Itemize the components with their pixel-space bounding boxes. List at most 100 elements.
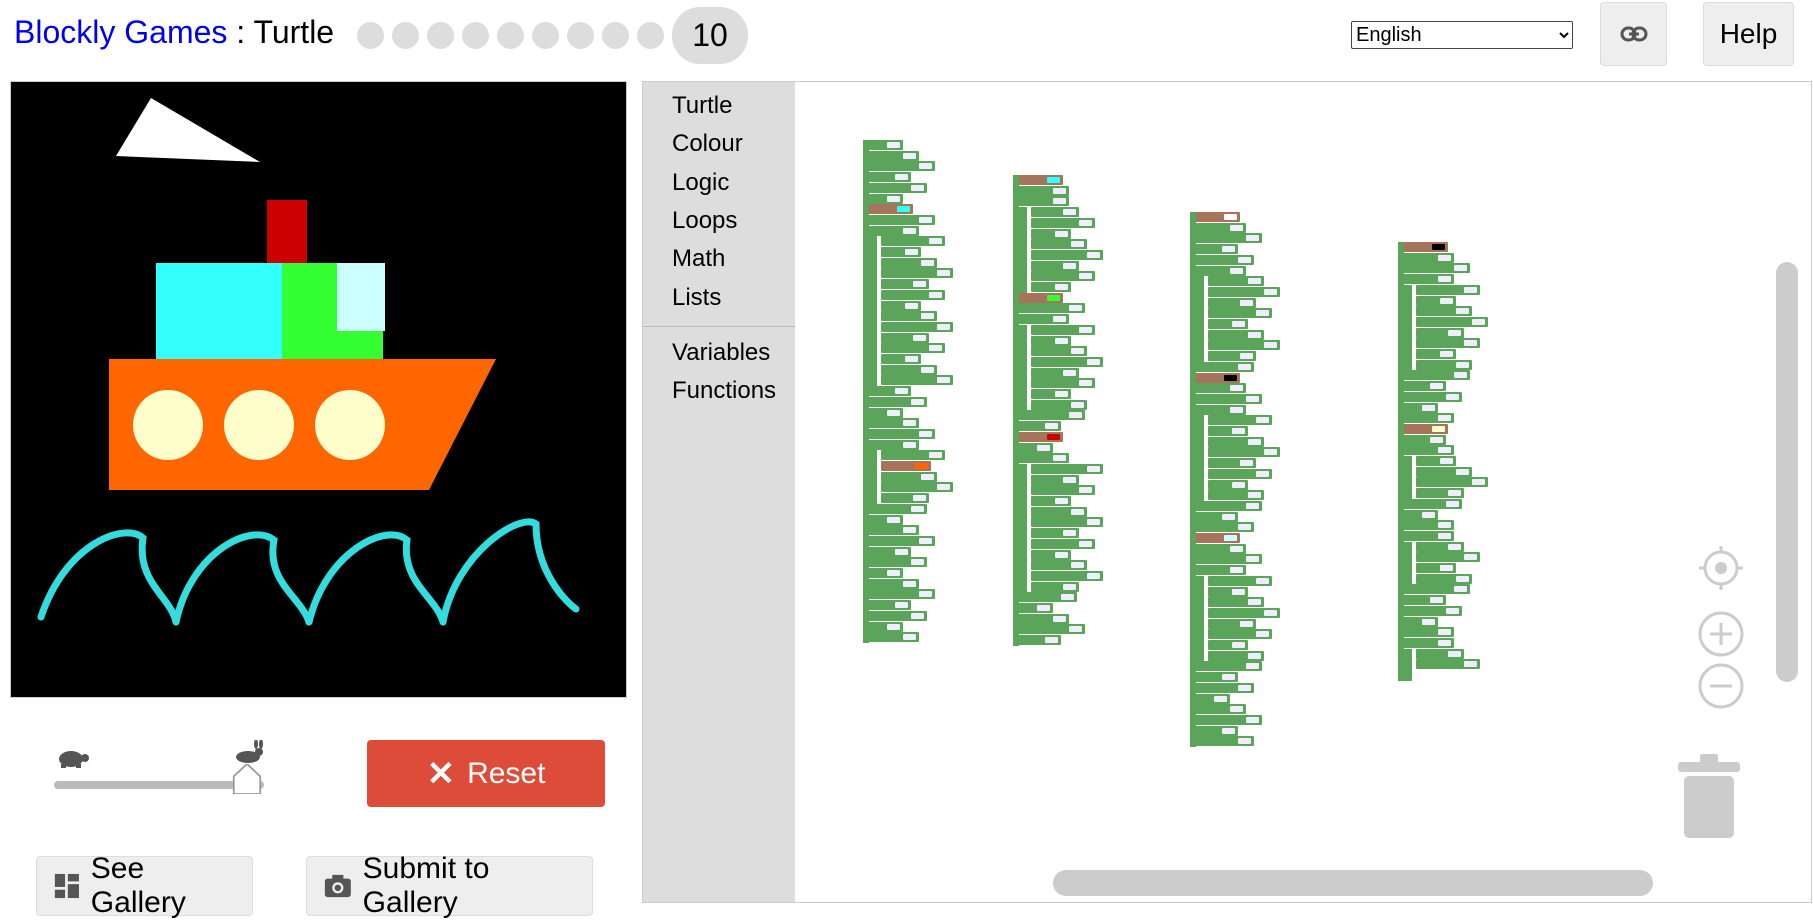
turtle-block[interactable] [881,236,945,247]
block-field[interactable] [1440,351,1453,357]
turtle-block[interactable] [1190,222,1246,233]
block-field[interactable] [937,270,950,277]
repeat-block[interactable] [1398,274,1454,285]
turtle-block[interactable] [1416,295,1456,306]
block-field[interactable] [1456,308,1469,315]
turtle-block[interactable] [1208,490,1264,501]
block-field[interactable] [1446,500,1459,507]
block-field[interactable] [1053,615,1066,622]
block-field[interactable] [1087,465,1100,472]
turtle-block[interactable] [1031,474,1079,485]
block-field[interactable] [911,559,924,566]
block-field[interactable] [929,238,942,245]
block-field[interactable] [1222,513,1235,520]
block-field[interactable] [1238,684,1251,691]
turtle-block[interactable] [1208,415,1272,426]
turtle-block[interactable] [1031,346,1087,357]
block-field[interactable] [1055,551,1068,558]
block-field[interactable] [921,473,934,480]
block-field[interactable] [905,249,918,255]
block-field[interactable] [1079,326,1092,333]
turtle-block[interactable] [1031,260,1079,271]
set-colour-block[interactable] [1013,431,1063,442]
block-field[interactable] [895,602,908,609]
block-field[interactable] [913,334,926,341]
set-colour-block[interactable] [1013,175,1063,185]
block-field[interactable] [1069,626,1082,633]
turtle-block[interactable] [1398,252,1454,263]
turtle-block[interactable] [881,493,929,504]
trash-icon[interactable] [1676,750,1742,840]
turtle-block[interactable] [1208,351,1256,362]
turtle-block[interactable] [1190,361,1254,372]
reset-button[interactable]: ✕ Reset [367,740,605,807]
turtle-block[interactable] [863,161,935,172]
level-7-dot[interactable] [567,21,594,49]
block-field[interactable] [1240,353,1253,360]
turtle-block[interactable] [1031,239,1087,250]
set-colour-block[interactable] [881,461,931,471]
block-field[interactable] [1055,230,1068,237]
block-field[interactable] [911,612,924,619]
block-field[interactable] [1448,329,1461,336]
turtle-block[interactable] [1208,597,1264,608]
turtle-block[interactable] [1013,624,1085,635]
help-button[interactable]: Help [1703,2,1794,66]
block-field[interactable] [1248,331,1261,338]
turtle-block[interactable] [863,407,903,418]
turtle-block[interactable] [863,214,935,225]
turtle-block[interactable] [863,182,927,193]
block-field[interactable] [1063,369,1076,376]
level-4-dot[interactable] [462,21,489,49]
block-field[interactable] [1248,438,1261,445]
turtle-block[interactable] [1013,635,1061,646]
block-field[interactable] [1464,286,1477,293]
block-field[interactable] [1464,340,1477,347]
block-field[interactable] [1456,361,1469,368]
block-field[interactable] [1438,276,1451,283]
turtle-block[interactable] [1031,271,1095,282]
turtle-block[interactable] [1190,693,1230,704]
colour-swatch[interactable] [897,206,910,213]
block-field[interactable] [1446,393,1459,400]
recenter-icon[interactable] [1697,544,1745,592]
block-field[interactable] [911,398,924,405]
level-1-dot[interactable] [357,21,384,49]
turtle-block[interactable] [1190,500,1262,511]
block-field[interactable] [1456,575,1469,582]
set-colour-block[interactable] [1190,212,1240,222]
turtle-block[interactable] [1031,485,1095,496]
turtle-block[interactable] [1208,468,1272,479]
block-field[interactable] [1063,583,1076,590]
repeat-block[interactable] [1190,265,1246,276]
block-field[interactable] [929,345,942,352]
repeat-block[interactable] [1398,637,1454,648]
block-field[interactable] [1464,661,1477,668]
zoom-in-icon[interactable] [1697,610,1745,658]
turtle-block[interactable] [1031,506,1087,517]
block-field[interactable] [887,570,900,576]
block-field[interactable] [1063,530,1076,537]
turtle-block[interactable] [1416,541,1464,552]
turtle-block[interactable] [1398,263,1470,274]
turtle-block[interactable] [1398,595,1446,606]
block-field[interactable] [913,495,926,502]
block-field[interactable] [887,409,900,416]
turtle-block[interactable] [1416,466,1472,477]
turtle-block[interactable] [863,418,919,429]
block-field[interactable] [1063,476,1076,483]
turtle-block[interactable] [863,621,903,632]
turtle-block[interactable] [1013,603,1053,613]
block-field[interactable] [1087,358,1100,365]
turtle-block[interactable] [1416,659,1480,670]
turtle-block[interactable] [1031,399,1087,410]
turtle-block[interactable] [1190,522,1254,533]
turtle-block[interactable] [1031,560,1087,571]
turtle-block[interactable] [863,589,935,600]
turtle-block[interactable] [1190,554,1262,565]
turtle-block[interactable] [1208,276,1264,287]
toolbox-category-logic[interactable]: Logic [672,169,729,197]
link-button[interactable] [1600,2,1667,66]
level-5-dot[interactable] [497,21,524,49]
block-field[interactable] [1248,492,1261,499]
